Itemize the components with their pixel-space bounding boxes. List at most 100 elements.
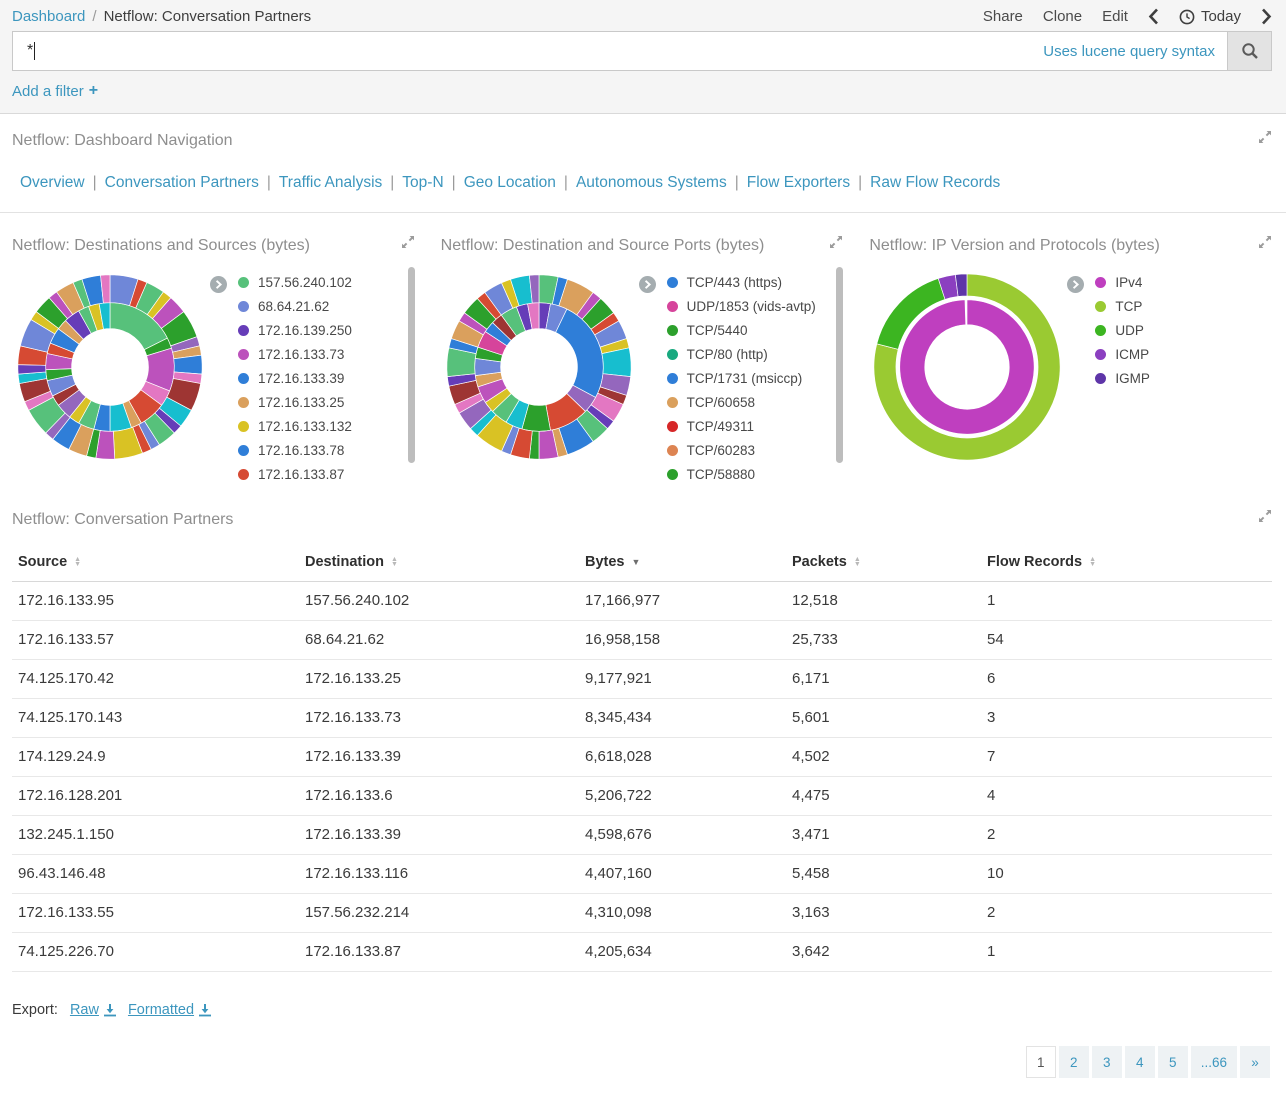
nav-link-conversation-partners[interactable]: Conversation Partners: [105, 174, 259, 191]
search-button[interactable]: [1228, 31, 1272, 71]
legend-toggle-icon[interactable]: [1067, 276, 1084, 293]
expand-panel-icon[interactable]: [829, 235, 843, 249]
legend-scrollbar[interactable]: [408, 267, 415, 463]
legend-item[interactable]: TCP/5440: [667, 323, 830, 338]
column-header-flow-records[interactable]: Flow Records▲▼: [979, 543, 1272, 582]
legend-swatch: [238, 277, 249, 288]
page-button-5[interactable]: 5: [1158, 1046, 1188, 1078]
legend-toggle-icon[interactable]: [210, 276, 227, 293]
table-cell: 68.64.21.62: [297, 621, 577, 660]
legend-item[interactable]: TCP: [1095, 299, 1258, 314]
table-cell: 16,958,158: [577, 621, 784, 660]
legend-item[interactable]: UDP: [1095, 323, 1258, 338]
table-cell: 172.16.133.73: [297, 699, 577, 738]
legend-item[interactable]: 172.16.139.250: [238, 323, 401, 338]
nav-link-traffic-analysis[interactable]: Traffic Analysis: [279, 174, 382, 191]
expand-panel-icon[interactable]: [1258, 235, 1272, 249]
legend-item[interactable]: 68.64.21.62: [238, 299, 401, 314]
legend-item[interactable]: IPv4: [1095, 275, 1258, 290]
edit-button[interactable]: Edit: [1102, 8, 1128, 25]
export-raw-link[interactable]: Raw: [70, 1002, 116, 1018]
legend-item[interactable]: TCP/1731 (msiccp): [667, 371, 830, 386]
nav-link-raw-flow-records[interactable]: Raw Flow Records: [870, 174, 1000, 191]
export-formatted-link[interactable]: Formatted: [128, 1002, 211, 1018]
time-range-label: Today: [1201, 8, 1241, 25]
legend-item[interactable]: 172.16.133.73: [238, 347, 401, 362]
legend-swatch: [238, 325, 249, 336]
legend-item[interactable]: 172.16.133.78: [238, 443, 401, 458]
page-button-4[interactable]: 4: [1125, 1046, 1155, 1078]
breadcrumb-dashboard-link[interactable]: Dashboard: [12, 8, 85, 25]
legend-item[interactable]: UDP/1853 (vids-avtp): [667, 299, 830, 314]
export-formatted-label: Formatted: [128, 1002, 194, 1018]
column-header-packets[interactable]: Packets▲▼: [784, 543, 979, 582]
add-filter-link[interactable]: Add a filter+: [12, 82, 98, 100]
query-input[interactable]: * Uses lucene query syntax: [12, 31, 1228, 71]
legend-item[interactable]: TCP/49311: [667, 419, 830, 434]
table-cell: 10: [979, 855, 1272, 894]
legend-label: TCP: [1115, 299, 1142, 314]
legend-swatch: [667, 277, 678, 288]
page-button-3[interactable]: 3: [1092, 1046, 1122, 1078]
legend-item[interactable]: 172.16.133.87: [238, 467, 401, 482]
table-cell: 17,166,977: [577, 582, 784, 621]
legend-item[interactable]: TCP/58880: [667, 467, 830, 482]
legend-item[interactable]: TCP/80 (http): [667, 347, 830, 362]
column-header-source[interactable]: Source▲▼: [12, 543, 297, 582]
legend-item[interactable]: 172.16.133.25: [238, 395, 401, 410]
export-label: Export:: [12, 1002, 58, 1018]
legend-swatch: [1095, 373, 1106, 384]
table-cell: 74.125.170.143: [12, 699, 297, 738]
legend-item[interactable]: ICMP: [1095, 347, 1258, 362]
nav-link-autonomous-systems[interactable]: Autonomous Systems: [576, 174, 727, 191]
expand-panel-icon[interactable]: [1258, 509, 1272, 523]
legend-label: 172.16.133.25: [258, 395, 344, 410]
nav-link-overview[interactable]: Overview: [20, 174, 85, 191]
table-cell: 1: [979, 582, 1272, 621]
plus-icon: +: [89, 82, 98, 100]
table-cell: 4,475: [784, 777, 979, 816]
page-button-1[interactable]: 1: [1026, 1046, 1056, 1078]
breadcrumb-separator: /: [92, 8, 96, 25]
legend-toggle-icon[interactable]: [639, 276, 656, 293]
next-page-button[interactable]: »: [1240, 1046, 1270, 1078]
legend-swatch: [667, 397, 678, 408]
expand-panel-icon[interactable]: [1258, 130, 1272, 144]
legend-item[interactable]: 172.16.133.39: [238, 371, 401, 386]
lucene-syntax-link[interactable]: Uses lucene query syntax: [1043, 43, 1215, 60]
time-next-button[interactable]: [1261, 8, 1272, 25]
column-header-destination[interactable]: Destination▲▼: [297, 543, 577, 582]
nav-link-geo-location[interactable]: Geo Location: [464, 174, 556, 191]
clone-button[interactable]: Clone: [1043, 8, 1082, 25]
legend-scrollbar[interactable]: [836, 267, 843, 463]
legend-item[interactable]: TCP/60283: [667, 443, 830, 458]
time-prev-button[interactable]: [1148, 8, 1159, 25]
panel-title-conversation-partners: Netflow: Conversation Partners: [12, 511, 233, 529]
destinations-sources-donut-chart[interactable]: [14, 271, 206, 463]
legend-label: TCP/1731 (msiccp): [687, 371, 803, 386]
legend-item[interactable]: TCP/60658: [667, 395, 830, 410]
nav-link-flow-exporters[interactable]: Flow Exporters: [747, 174, 850, 191]
table-cell: 172.16.133.39: [297, 738, 577, 777]
legend-item[interactable]: 157.56.240.102: [238, 275, 401, 290]
table-cell: 5,206,722: [577, 777, 784, 816]
expand-panel-icon[interactable]: [401, 235, 415, 249]
page-button-66[interactable]: ...66: [1191, 1046, 1237, 1078]
page-button-2[interactable]: 2: [1059, 1046, 1089, 1078]
table-cell: 132.245.1.150: [12, 816, 297, 855]
legend-swatch: [238, 397, 249, 408]
legend-label: TCP/443 (https): [687, 275, 782, 290]
ports-donut-chart[interactable]: [443, 271, 635, 463]
legend-item[interactable]: TCP/443 (https): [667, 275, 830, 290]
legend-items: TCP/443 (https) UDP/1853 (vids-avtp) TCP/5…: [667, 275, 830, 482]
chart-legend: TCP/443 (https) UDP/1853 (vids-avtp) TCP/5…: [635, 259, 844, 491]
sort-icon: ▲▼: [854, 557, 861, 567]
legend-item[interactable]: 172.16.133.132: [238, 419, 401, 434]
legend-swatch: [667, 301, 678, 312]
column-header-bytes[interactable]: Bytes▼: [577, 543, 784, 582]
time-picker-button[interactable]: Today: [1179, 8, 1241, 25]
share-button[interactable]: Share: [983, 8, 1023, 25]
nav-link-top-n[interactable]: Top-N: [402, 174, 443, 191]
ip-protocols-donut-chart[interactable]: [871, 271, 1063, 463]
legend-item[interactable]: IGMP: [1095, 371, 1258, 386]
